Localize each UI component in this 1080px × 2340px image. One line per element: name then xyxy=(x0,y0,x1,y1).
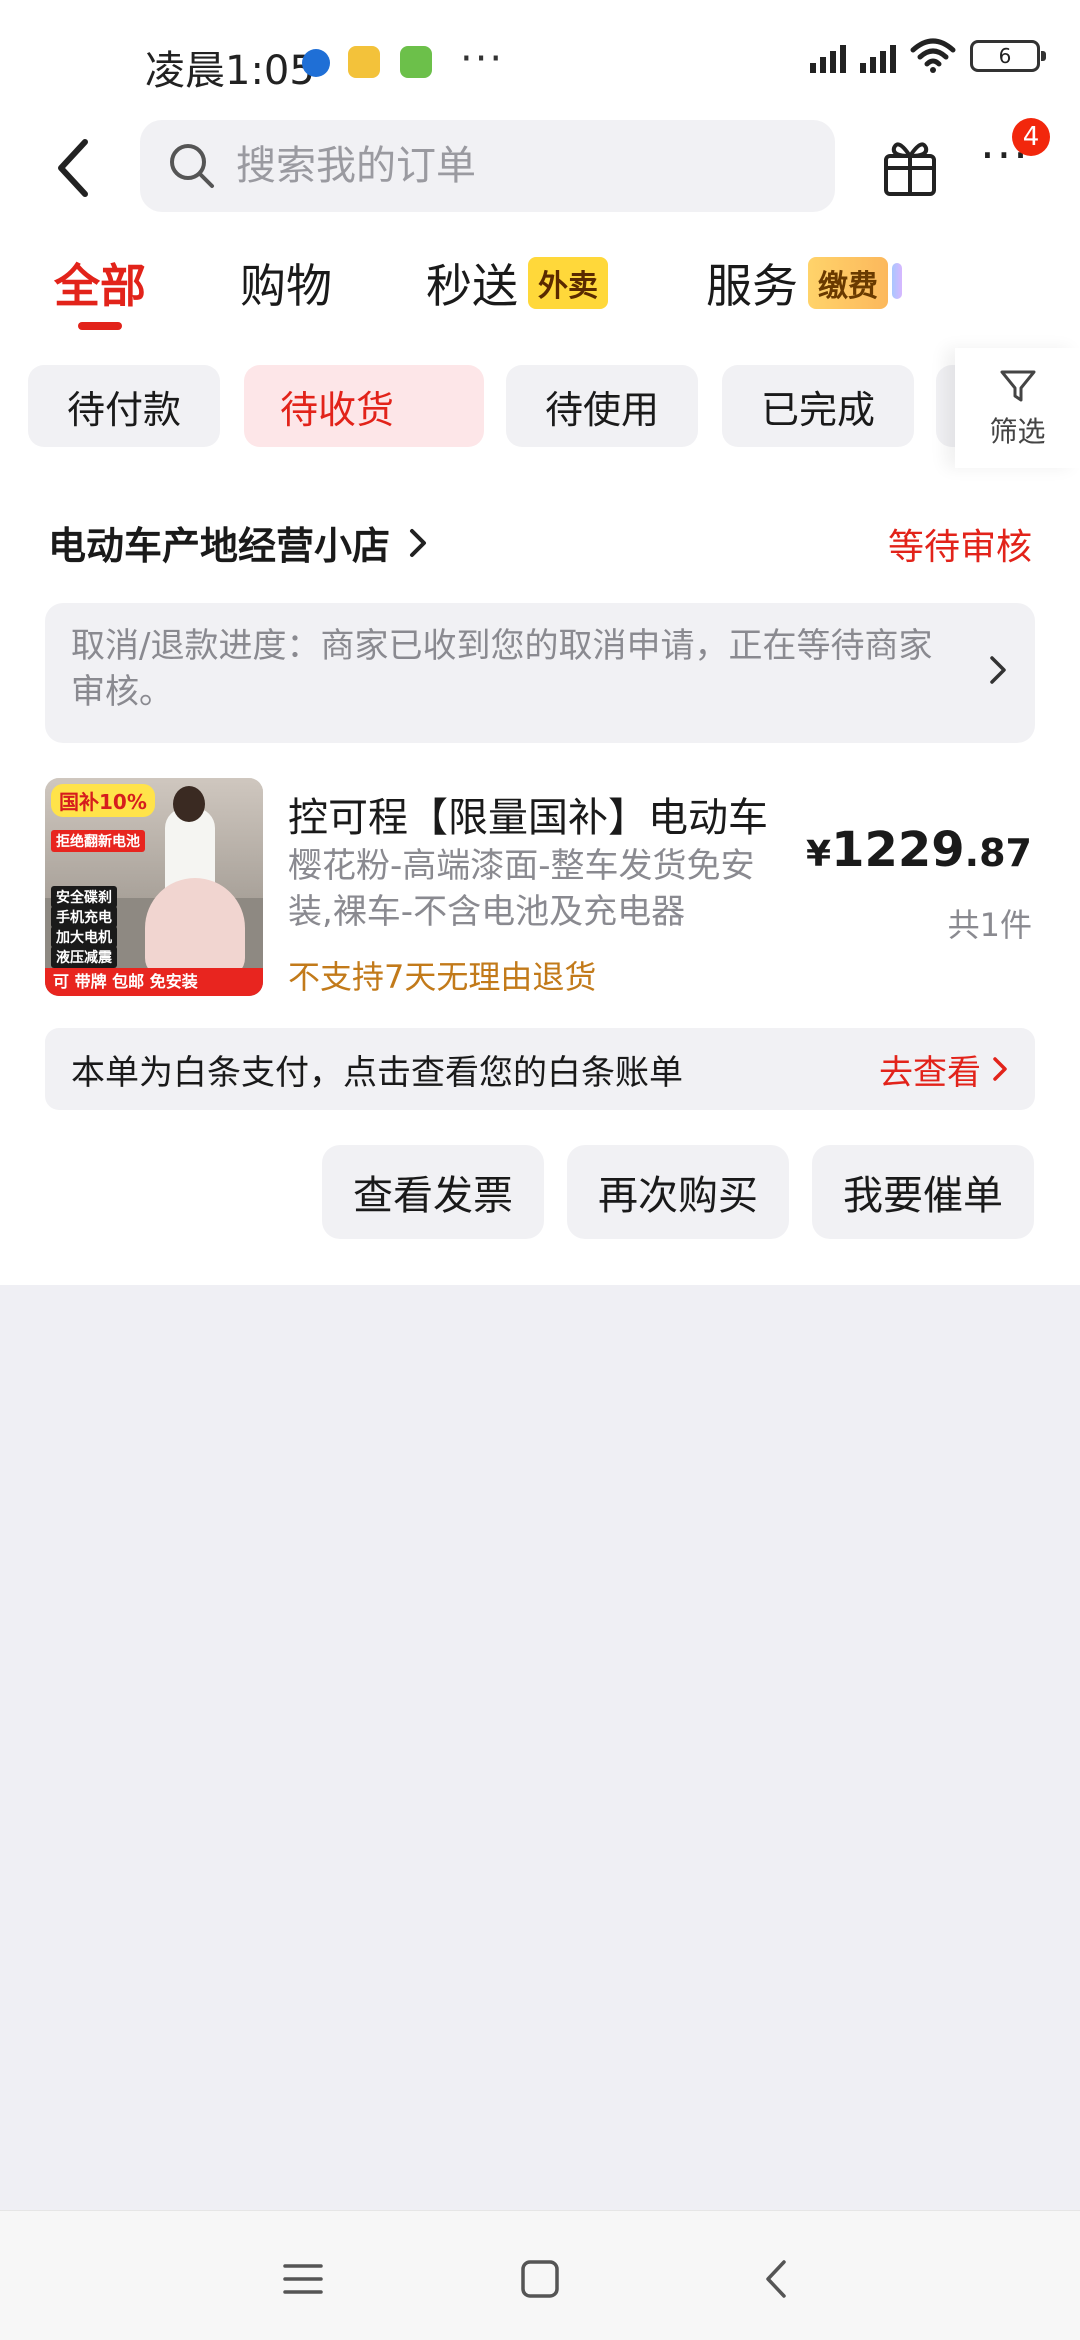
view-bill-label: 去查看 xyxy=(879,1052,981,1093)
tab-shopping[interactable]: 购物 xyxy=(240,250,332,316)
filter-to-use[interactable]: 待使用 xyxy=(506,365,698,447)
signal-icon xyxy=(810,39,846,73)
download-notification-icon xyxy=(400,46,432,78)
back-nav-icon[interactable] xyxy=(754,2256,800,2302)
chevron-right-icon xyxy=(990,656,1006,684)
urge-order-button[interactable]: 我要催单 xyxy=(812,1145,1034,1239)
filter-completed[interactable]: 已完成 xyxy=(722,365,914,447)
status-time: 凌晨1:05 xyxy=(145,48,315,94)
takeout-tag: 外卖 xyxy=(528,257,608,309)
tab-express[interactable]: 秒送 外卖 xyxy=(426,250,608,316)
menu-icon[interactable] xyxy=(280,2256,326,2302)
item-quantity: 共1件 xyxy=(947,906,1032,944)
product-image-tag: 拒绝翻新电池 xyxy=(51,830,145,852)
filter-label: 筛选 xyxy=(989,415,1046,448)
tab-label: 服务 xyxy=(706,259,798,313)
shop-name: 电动车产地经营小店 xyxy=(48,524,391,568)
back-button[interactable] xyxy=(45,128,105,208)
shop-name-link[interactable]: 电动车产地经营小店 xyxy=(48,515,432,570)
tab-label: 购物 xyxy=(240,259,332,313)
product-image[interactable]: 国补10% 拒绝翻新电池 安全碟刹 手机充电 加大电机 液压减震 可 带牌 包邮… xyxy=(45,778,263,996)
view-bill-link[interactable]: 去查看 xyxy=(879,1045,1009,1094)
more-notifications-icon: ··· xyxy=(460,36,505,82)
status-bar: 凌晨1:05 ··· 6 xyxy=(0,0,1080,120)
product-image-feature: 手机充电 xyxy=(51,906,117,928)
price-integer: 1229 xyxy=(831,822,965,878)
home-icon[interactable] xyxy=(517,2256,563,2302)
view-invoice-button[interactable]: 查看发票 xyxy=(322,1145,544,1239)
notification-badge: 4 xyxy=(1012,118,1050,156)
battery-icon: 6 xyxy=(970,40,1046,72)
product-price: ¥ 1229 .87 xyxy=(806,822,1032,878)
product-image-feature: 加大电机 xyxy=(51,926,117,948)
refund-progress-text: 取消/退款进度：商家已收到您的取消申请，正在等待商家审核。 xyxy=(71,626,933,712)
filter-button[interactable]: 筛选 xyxy=(955,348,1080,468)
baitiao-text: 本单为白条支付，点击查看您的白条账单 xyxy=(71,1052,683,1093)
category-tabs: 全部 购物 秒送 外卖 服务 缴费 xyxy=(0,250,1080,340)
chevron-right-icon xyxy=(410,528,427,557)
product-title[interactable]: 控可程【限量国补】电动车 xyxy=(288,785,808,843)
wifi-icon xyxy=(910,38,956,73)
price-decimal: .87 xyxy=(964,831,1032,875)
filter-pending-payment[interactable]: 待付款 xyxy=(28,365,220,447)
tab-label: 秒送 xyxy=(426,259,518,313)
gift-button[interactable] xyxy=(880,130,940,200)
baitiao-bill-banner[interactable]: 本单为白条支付，点击查看您的白条账单 去查看 xyxy=(45,1028,1035,1110)
tab-all[interactable]: 全部 xyxy=(54,250,146,316)
product-image-feature: 安全碟刹 xyxy=(51,886,117,908)
search-input[interactable] xyxy=(236,143,816,189)
active-tab-indicator xyxy=(78,322,122,330)
buy-again-button[interactable]: 再次购买 xyxy=(567,1145,789,1239)
return-policy-note: 不支持7天无理由退货 xyxy=(288,958,597,996)
chevron-left-icon xyxy=(58,139,88,197)
product-spec: 樱花粉-高端漆面-整车发货免安装,裸车-不含电池及充电器 xyxy=(288,846,755,932)
payment-tag: 缴费 xyxy=(808,257,902,309)
signal-icon-2 xyxy=(860,39,896,73)
search-box[interactable] xyxy=(140,120,835,212)
filter-pending-receipt[interactable]: 待收货 xyxy=(244,365,484,447)
folder-notification-icon xyxy=(348,46,380,78)
chevron-right-icon xyxy=(993,1057,1007,1081)
gift-icon xyxy=(884,142,936,196)
tab-label: 全部 xyxy=(54,259,146,313)
status-filter-row: 待付款 待收货 待使用 已完成 xyxy=(0,365,1080,449)
product-image-tag: 国补10% xyxy=(51,784,155,817)
funnel-icon xyxy=(1000,370,1035,402)
order-status: 等待审核 xyxy=(887,527,1032,568)
price-currency: ¥ xyxy=(806,834,832,875)
tab-service[interactable]: 服务 缴费 xyxy=(706,250,902,316)
product-image-feature: 液压减震 xyxy=(51,946,117,968)
status-indicators: 6 xyxy=(810,38,1046,74)
app-notification-icon xyxy=(302,49,330,77)
refund-progress[interactable]: 取消/退款进度：商家已收到您的取消申请，正在等待商家审核。 xyxy=(45,603,1035,743)
system-nav-bar xyxy=(0,2210,1080,2340)
search-icon xyxy=(170,144,214,188)
product-image-banner: 可 带牌 包邮 免安装 xyxy=(45,968,263,996)
